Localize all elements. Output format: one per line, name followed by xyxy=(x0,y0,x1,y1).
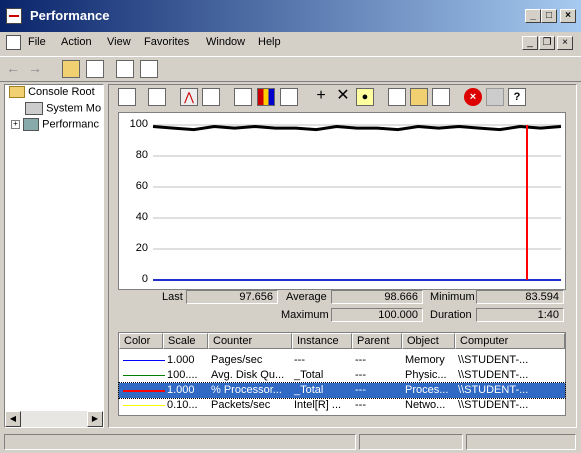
legend-row[interactable]: 100.... Avg. Disk Qu... _Total --- Physi… xyxy=(119,368,565,383)
window-title: Performance xyxy=(30,8,110,23)
y-tick-60: 60 xyxy=(135,180,148,192)
legend-header-color[interactable]: Color xyxy=(119,333,163,349)
mmc-document-icon[interactable] xyxy=(6,35,21,50)
legend-header-scale[interactable]: Scale xyxy=(163,333,208,349)
forward-arrow-icon[interactable]: → xyxy=(28,60,46,78)
properties-icon[interactable] xyxy=(432,88,450,106)
show-hide-tree-icon[interactable] xyxy=(86,60,104,78)
average-label: Average xyxy=(286,291,327,303)
average-value: 98.666 xyxy=(331,290,423,304)
add-counter-icon[interactable]: + xyxy=(312,88,330,106)
y-tick-80: 80 xyxy=(135,149,148,161)
minimize-button[interactable]: _ xyxy=(525,9,541,23)
legend-color-swatch xyxy=(123,405,165,406)
legend-header-computer[interactable]: Computer xyxy=(455,333,565,349)
duration-value: 1:40 xyxy=(476,308,564,322)
legend-color-swatch xyxy=(123,375,165,376)
series-line-0 xyxy=(152,125,562,132)
mdi-restore-button[interactable]: ❐ xyxy=(539,36,555,50)
performance-graph xyxy=(118,112,566,290)
graph-canvas xyxy=(152,124,562,281)
y-tick-100: 100 xyxy=(129,118,148,130)
legend-color-swatch xyxy=(123,360,165,361)
console-tree: Console Root System Mo + Performanc xyxy=(4,84,104,428)
copy-properties-icon[interactable] xyxy=(388,88,406,106)
maximum-value: 100.000 xyxy=(331,308,423,322)
highlight-bulb-icon[interactable]: ● xyxy=(356,88,374,106)
status-panel-3 xyxy=(466,434,576,450)
legend-row-selected[interactable]: 1.000 % Processor... _Total --- Proces..… xyxy=(118,382,566,399)
last-label: Last xyxy=(162,291,183,303)
up-one-level-icon[interactable] xyxy=(62,60,80,78)
mdi-minimize-button[interactable]: _ xyxy=(522,36,538,50)
update-data-icon[interactable] xyxy=(486,88,504,106)
view-graph-icon[interactable] xyxy=(234,88,252,106)
menu-bar: File Action View Favorites Window Help _… xyxy=(0,32,581,54)
minimum-label: Minimum xyxy=(430,291,475,303)
last-value: 97.656 xyxy=(186,290,278,304)
scroll-left-button[interactable]: ◀ xyxy=(5,411,21,427)
minimum-value: 83.594 xyxy=(476,290,564,304)
menu-help[interactable]: Help xyxy=(258,36,281,48)
expand-plus-icon[interactable]: + xyxy=(11,120,20,129)
paste-counter-list-icon[interactable] xyxy=(410,88,428,106)
view-report-icon[interactable] xyxy=(280,88,298,106)
scroll-right-button[interactable]: ▶ xyxy=(87,411,103,427)
console-pane-icon[interactable] xyxy=(140,60,158,78)
help-icon[interactable]: ? xyxy=(508,88,526,106)
legend-header-instance[interactable]: Instance xyxy=(292,333,352,349)
menu-file[interactable]: File xyxy=(28,36,46,48)
freeze-display-icon[interactable]: × xyxy=(464,88,482,106)
y-tick-40: 40 xyxy=(135,211,148,223)
performance-app-icon[interactable] xyxy=(6,8,22,24)
status-panel-main xyxy=(4,434,356,450)
view-log-data-icon[interactable] xyxy=(202,88,220,106)
maximize-button[interactable]: □ xyxy=(541,9,557,23)
menu-view[interactable]: View xyxy=(107,36,131,48)
monitor-icon xyxy=(25,102,43,115)
legend-row[interactable]: 1.000 Pages/sec --- --- Memory \\STUDENT… xyxy=(119,353,565,368)
duration-label: Duration xyxy=(430,309,472,321)
legend-color-swatch xyxy=(123,390,165,392)
back-arrow-icon[interactable]: ← xyxy=(6,60,24,78)
tree-item-system-monitor[interactable]: System Mo xyxy=(25,102,101,115)
properties-help-icon[interactable] xyxy=(116,60,134,78)
status-bar xyxy=(0,431,581,453)
menu-favorites[interactable]: Favorites xyxy=(144,36,189,48)
menu-action[interactable]: Action xyxy=(61,36,92,48)
maximum-label: Maximum xyxy=(281,309,329,321)
tree-horizontal-scrollbar[interactable]: ◀ ▶ xyxy=(5,411,103,427)
legend-header-parent[interactable]: Parent xyxy=(352,333,402,349)
legend-row[interactable]: 0.10... Packets/sec Intel[R] ... --- Net… xyxy=(119,398,565,413)
y-tick-0: 0 xyxy=(141,273,148,285)
mdi-close-button[interactable]: × xyxy=(557,36,573,50)
view-current-activity-icon[interactable]: ⋀ xyxy=(180,88,198,106)
legend-header-counter[interactable]: Counter xyxy=(208,333,292,349)
performance-logs-icon xyxy=(23,118,40,131)
close-button[interactable]: × xyxy=(560,9,576,23)
legend-header-object[interactable]: Object xyxy=(402,333,455,349)
menu-window[interactable]: Window xyxy=(206,36,245,48)
delete-counter-icon[interactable]: ✕ xyxy=(334,88,352,106)
status-panel-2 xyxy=(359,434,463,450)
tree-item-performance-logs[interactable]: + Performanc xyxy=(11,118,99,131)
clear-display-icon[interactable] xyxy=(148,88,166,106)
y-tick-20: 20 xyxy=(135,242,148,254)
system-monitor-toolbar: ⋀ + ✕ ● × ? xyxy=(112,86,572,108)
new-counter-set-icon[interactable] xyxy=(118,88,136,106)
view-histogram-icon[interactable] xyxy=(257,88,275,106)
main-toolbar: ← → xyxy=(0,56,581,82)
folder-icon xyxy=(9,86,25,99)
tree-item-console-root[interactable]: Console Root xyxy=(9,86,95,99)
